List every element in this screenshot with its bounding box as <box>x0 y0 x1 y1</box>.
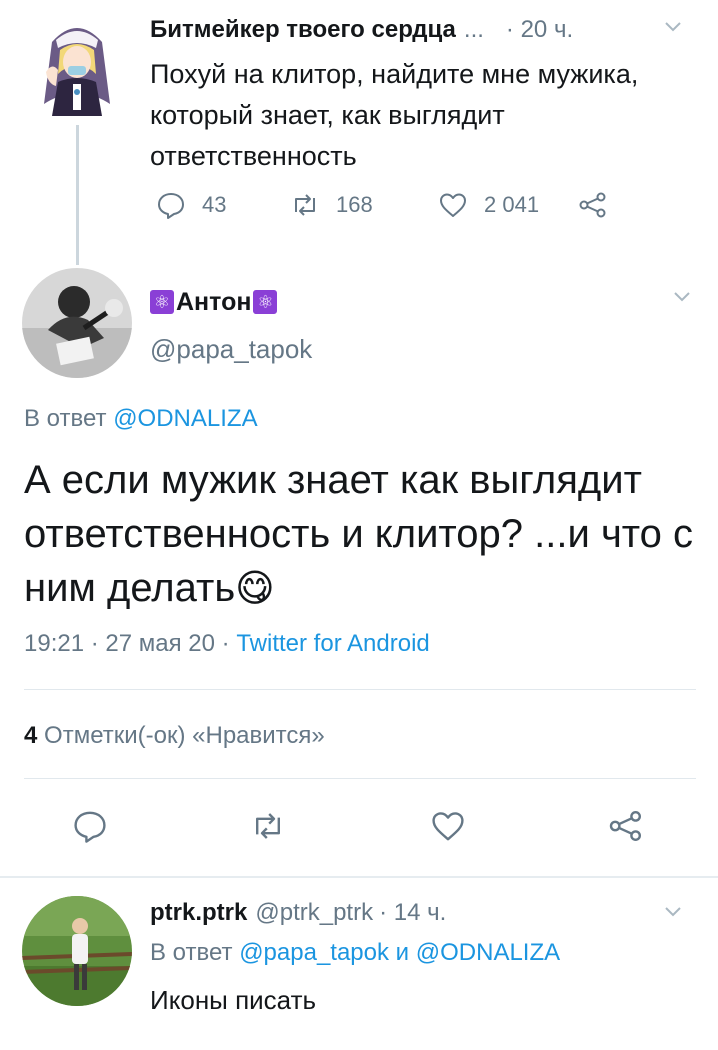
top-tweet-timestamp[interactable]: · 20 ч. <box>506 16 573 44</box>
main-tweet-handle[interactable]: @papa_tapok <box>150 334 312 365</box>
main-avatar-photo <box>22 268 132 378</box>
reply-icon[interactable] <box>72 808 108 844</box>
heart-icon <box>440 193 466 217</box>
top-tweet-text: Похуй на клитор, найдите мне мужика, кот… <box>150 59 639 171</box>
reply-tweet-reply-context: В ответ @papa_tapok и @ODNALIZA <box>150 939 560 967</box>
thread-connector-line <box>76 125 79 265</box>
top-tweet-header: Битмейкер твоего сердца ... · 20 ч. <box>150 14 670 46</box>
retweet-icon[interactable] <box>250 808 286 844</box>
likes-count: 4 <box>24 722 38 749</box>
main-tweet-time[interactable]: 19:21 <box>24 630 84 657</box>
reply-prefix: В ответ <box>150 939 233 966</box>
top-tweet-author-ellipsis: ... <box>463 16 484 43</box>
retweet-count: 168 <box>336 192 373 217</box>
share-icon[interactable] <box>608 808 644 844</box>
reply-tweet-header: ptrk.ptrk @ptrk_ptrk · 14 ч. <box>150 899 446 927</box>
reply-icon <box>158 193 184 219</box>
main-tweet-author-name: Антон <box>176 287 252 316</box>
reply-tweet-text: Иконы писать <box>150 985 317 1015</box>
atom-emoji-icon: ⚛ <box>150 290 174 314</box>
reply-avatar-photo <box>22 896 132 1006</box>
share-icon <box>579 192 606 218</box>
section-separator <box>0 876 718 878</box>
top-like-button[interactable]: 2 041 <box>438 190 539 220</box>
top-share-button[interactable] <box>578 190 624 220</box>
main-tweet-body: А если мужик знает как выглядит ответств… <box>24 458 694 610</box>
chevron-down-icon[interactable] <box>673 290 691 304</box>
reply-tweet-timestamp[interactable]: · 14 ч. <box>379 899 446 927</box>
top-reply-button[interactable]: 43 <box>156 190 226 220</box>
reply-conjunction: и <box>395 939 410 966</box>
top-tweet-author-name[interactable]: Битмейкер твоего сердца <box>150 16 456 44</box>
reply-tweet-handle[interactable]: @ptrk_ptrk <box>255 899 373 927</box>
like-count: 2 041 <box>484 192 540 217</box>
main-tweet-date[interactable]: 27 мая 20 <box>105 630 215 657</box>
top-tweet-avatar[interactable] <box>22 12 132 122</box>
heart-icon[interactable] <box>430 808 466 844</box>
reply-tweet-author-name[interactable]: ptrk.ptrk <box>150 899 247 927</box>
yum-face-emoji-icon: 😋 <box>235 568 275 610</box>
divider <box>24 778 696 779</box>
reply-prefix: В ответ <box>24 405 107 432</box>
atom-emoji-icon: ⚛ <box>253 290 278 314</box>
chevron-down-icon[interactable] <box>664 905 682 919</box>
top-retweet-button[interactable]: 168 <box>290 190 373 220</box>
main-tweet-avatar[interactable] <box>22 268 132 378</box>
divider <box>24 689 696 690</box>
main-tweet-source[interactable]: Twitter for Android <box>236 630 429 657</box>
main-tweet-author[interactable]: ⚛ Антон ⚛ <box>150 286 278 318</box>
retweet-icon <box>295 194 315 216</box>
main-tweet-meta: 19:21 · 27 мая 20 · Twitter for Android <box>24 630 430 657</box>
main-tweet-text: А если мужик знает как выглядит ответств… <box>24 453 704 616</box>
reply-mention-link[interactable]: @papa_tapok <box>239 939 389 966</box>
chevron-down-icon[interactable] <box>664 20 682 34</box>
reply-count: 43 <box>202 192 227 217</box>
likes-summary-link[interactable]: 4 Отметки(-ок) «Нравится» <box>24 722 325 750</box>
reply-tweet-avatar[interactable] <box>22 896 132 1006</box>
reply-mention-link[interactable]: @ODNALIZA <box>416 939 560 966</box>
nun-avatar-illustration <box>22 12 132 122</box>
reply-mention-link[interactable]: @ODNALIZA <box>113 405 257 432</box>
main-tweet-reply-context: В ответ @ODNALIZA <box>24 405 258 433</box>
likes-label: Отметки(-ок) «Нравится» <box>44 722 325 749</box>
